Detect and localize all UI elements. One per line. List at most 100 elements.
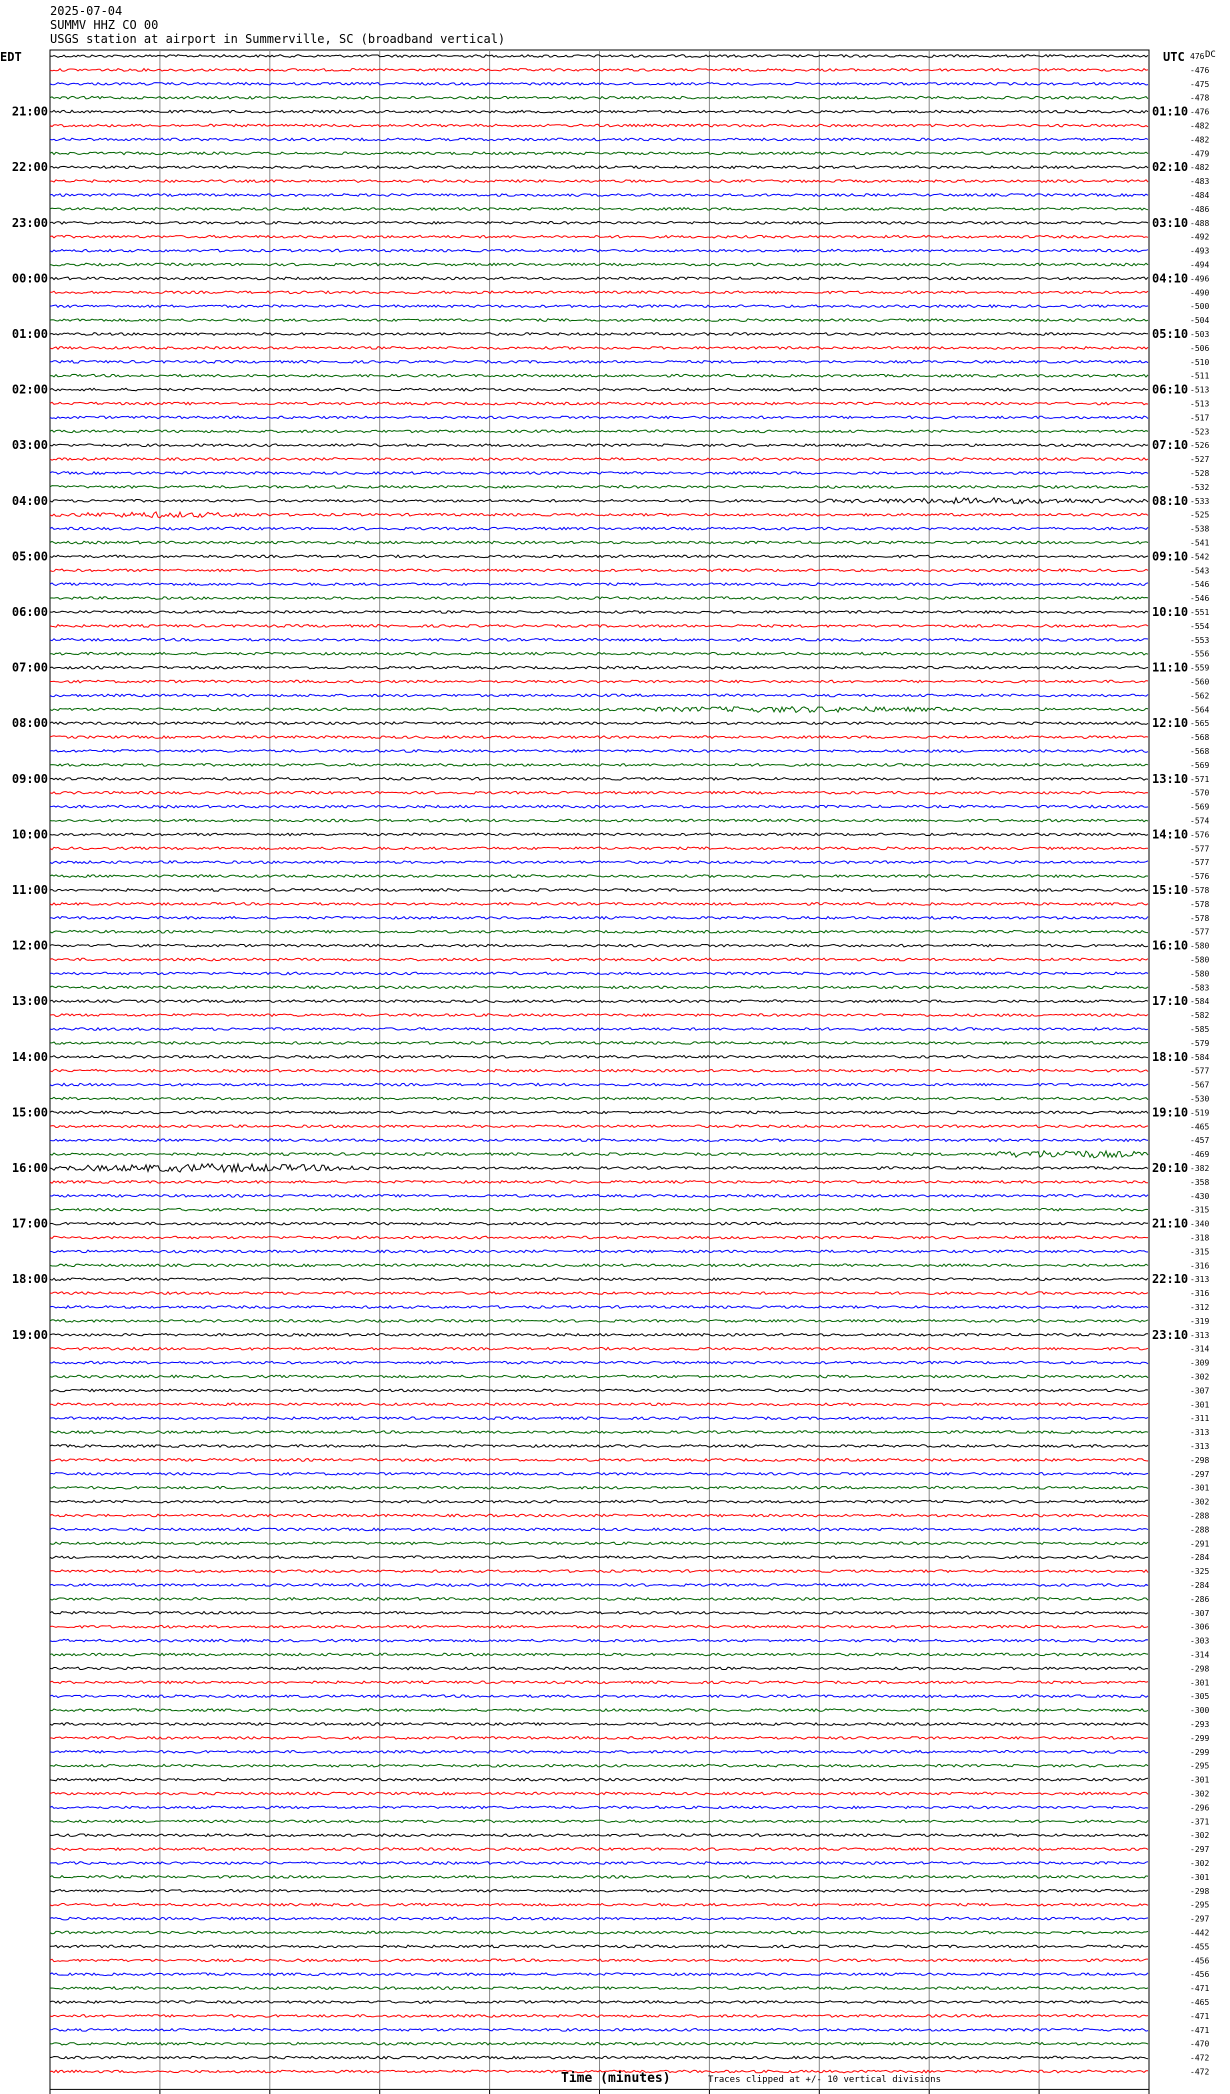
right-hour-label: 01:10 (1152, 105, 1188, 119)
dc-offset-label: -567 (1190, 1081, 1209, 1090)
dc-offset-label: -578 (1190, 914, 1209, 923)
right-hour-label: 19:10 (1152, 1105, 1188, 1119)
right-hour-label: 08:10 (1152, 494, 1188, 508)
left-hour-label: 14:00 (12, 1050, 48, 1064)
dc-offset-label: -568 (1190, 747, 1209, 756)
dc-offset-label: -297 (1190, 1845, 1209, 1854)
dc-offset-label: -528 (1190, 469, 1209, 478)
dc-offset-label: -301 (1190, 1776, 1209, 1785)
right-hour-label: 04:10 (1152, 271, 1188, 285)
dc-offset-label: -299 (1190, 1748, 1209, 1757)
right-hour-label: 07:10 (1152, 438, 1188, 452)
left-hour-label: 00:00 (12, 271, 48, 285)
dc-offset-label: -325 (1190, 1567, 1209, 1576)
left-hour-label: 07:00 (12, 661, 48, 675)
dc-offset-label: -577 (1190, 844, 1209, 853)
right-hour-label: 05:10 (1152, 327, 1188, 341)
dc-offset-label: -482 (1190, 163, 1209, 172)
dc-offset-label: -554 (1190, 622, 1209, 631)
dc-offset-label: -284 (1190, 1553, 1209, 1562)
dc-offset-label: -315 (1190, 1247, 1209, 1256)
left-hour-label: 18:00 (12, 1272, 48, 1286)
dc-offset-label: -314 (1190, 1345, 1209, 1354)
dc-offset-label: -560 (1190, 678, 1209, 687)
dc-offset-label: -302 (1190, 1831, 1209, 1840)
dc-offset-label: -584 (1190, 997, 1209, 1006)
dc-offset-label: -469 (1190, 1150, 1209, 1159)
right-hour-label: 02:10 (1152, 160, 1188, 174)
dc-offset-label: -538 (1190, 525, 1209, 534)
dc-offset-label: -576 (1190, 872, 1209, 881)
dc-offset-label: -490 (1190, 288, 1209, 297)
dc-offset-label: -316 (1190, 1261, 1209, 1270)
dc-offset-label: -471 (1190, 2012, 1209, 2021)
right-hour-label: 09:10 (1152, 549, 1188, 563)
dc-offset-label: -430 (1190, 1192, 1209, 1201)
dc-offset-label: -299 (1190, 1734, 1209, 1743)
dc-offset-label: -484 (1190, 191, 1209, 200)
dc-offset-label: -476 (1190, 108, 1209, 117)
dc-offset-label: -291 (1190, 1539, 1209, 1548)
dc-offset-label: -298 (1190, 1456, 1209, 1465)
dc-offset-label: -457 (1190, 1136, 1209, 1145)
dc-offset-label: -570 (1190, 789, 1209, 798)
left-hour-label: 19:00 (12, 1328, 48, 1342)
dc-offset-label: -527 (1190, 455, 1209, 464)
dc-offset-label: -358 (1190, 1178, 1209, 1187)
right-hour-label: 22:10 (1152, 1272, 1188, 1286)
dc-offset-label: -585 (1190, 1025, 1209, 1034)
dc-offset-label: -298 (1190, 1887, 1209, 1896)
dc-offset-label: -582 (1190, 1011, 1209, 1020)
dc-offset-label: -472 (1190, 2068, 1209, 2077)
dc-offset-label: -577 (1190, 928, 1209, 937)
dc-offset-label: -456 (1190, 1956, 1209, 1965)
dc-offset-label: -510 (1190, 358, 1209, 367)
dc-offset-label: -297 (1190, 1915, 1209, 1924)
left-hour-label: 10:00 (12, 827, 48, 841)
dc-offset-label: -571 (1190, 775, 1209, 784)
dc-offset-label: -307 (1190, 1386, 1209, 1395)
clip-note: Traces clipped at +/- 10 vertical divisi… (708, 2075, 941, 2085)
dc-offset-label: -580 (1190, 942, 1209, 951)
dc-offset-label: -465 (1190, 1122, 1209, 1131)
right-hour-label: 18:10 (1152, 1050, 1188, 1064)
dc-offset-label: -340 (1190, 1220, 1209, 1229)
dc-offset-label: -288 (1190, 1525, 1209, 1534)
dc-offset-label: -297 (1190, 1470, 1209, 1479)
dc-offset-label: -482 (1190, 135, 1209, 144)
dc-offset-label: -568 (1190, 733, 1209, 742)
dc-offset-label: -574 (1190, 817, 1209, 826)
dc-offset-label: -578 (1190, 900, 1209, 909)
dc-offset-label: -371 (1190, 1817, 1209, 1826)
left-hour-label: 15:00 (12, 1105, 48, 1119)
right-hour-label: 11:10 (1152, 661, 1188, 675)
dc-offset-label: -559 (1190, 664, 1209, 673)
left-hour-label: 17:00 (12, 1217, 48, 1231)
dc-offset-label: -511 (1190, 372, 1209, 381)
dc-offset-label: -471 (1190, 1984, 1209, 1993)
dc-offset-label: -546 (1190, 594, 1209, 603)
dc-offset-label: -295 (1190, 1762, 1209, 1771)
dc-offset-label: -551 (1190, 608, 1209, 617)
helicorder-plot: 0001020304050607080910476-476-475-478-47… (12, 49, 1209, 2094)
left-hour-label: 09:00 (12, 772, 48, 786)
dc-offset-label: -578 (1190, 886, 1209, 895)
dc-offset-label: -546 (1190, 580, 1209, 589)
dc-offset-label: -301 (1190, 1400, 1209, 1409)
dc-offset-label: -577 (1190, 858, 1209, 867)
dc-offset-label: -301 (1190, 1484, 1209, 1493)
dc-offset-label: -479 (1190, 149, 1209, 158)
right-hour-label: 03:10 (1152, 216, 1188, 230)
dc-offset-label: -543 (1190, 566, 1209, 575)
dc-offset-label: -313 (1190, 1275, 1209, 1284)
dc-offset-label: -475 (1190, 80, 1209, 89)
dc-offset-label: -513 (1190, 400, 1209, 409)
dc-offset-label: -526 (1190, 441, 1209, 450)
right-hour-label: 06:10 (1152, 383, 1188, 397)
dc-offset-label: -506 (1190, 344, 1209, 353)
dc-offset-label: -482 (1190, 122, 1209, 131)
dc-offset-label: -315 (1190, 1206, 1209, 1215)
left-hour-label: 21:00 (12, 105, 48, 119)
dc-offset-label: -302 (1190, 1859, 1209, 1868)
dc-offset-label: -483 (1190, 177, 1209, 186)
